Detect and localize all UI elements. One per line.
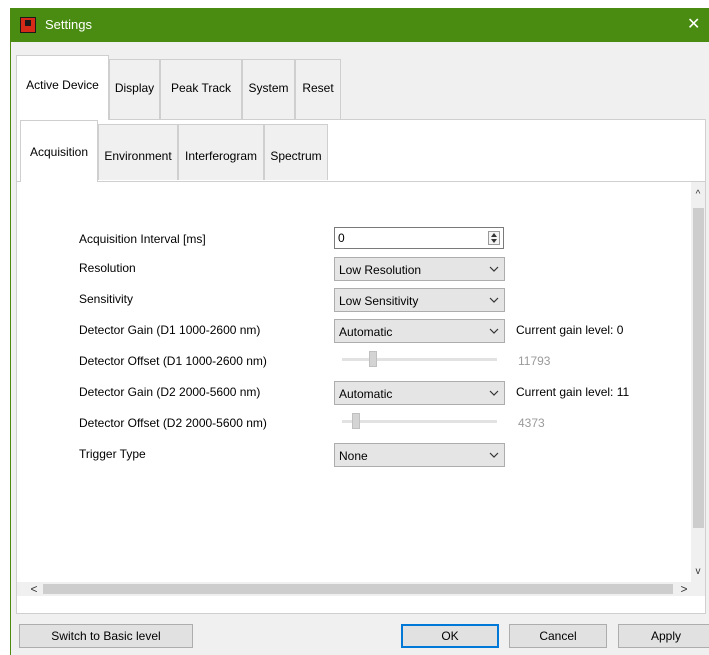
chevron-down-icon (489, 266, 499, 272)
title-bar[interactable]: Settings ✕ (11, 8, 709, 42)
scroll-left-icon[interactable]: < (27, 582, 41, 596)
slider-track (342, 358, 497, 361)
detector-gain-d1-label: Detector Gain (D1 1000-2600 nm) (79, 323, 261, 337)
current-gain-d1-text: Current gain level: 0 (516, 323, 624, 337)
scroll-up-icon[interactable]: ^ (691, 188, 705, 202)
apply-button[interactable]: Apply (618, 624, 709, 648)
acquisition-interval-value: 0 (338, 231, 345, 245)
horizontal-scroll-thumb[interactable] (43, 584, 673, 594)
slider-thumb[interactable] (369, 351, 377, 367)
cancel-button[interactable]: Cancel (509, 624, 607, 648)
detector-gain-d1-value: Automatic (339, 325, 393, 339)
sensitivity-value: Low Sensitivity (339, 294, 419, 308)
chevron-down-icon (489, 390, 499, 396)
slider-track (342, 420, 497, 423)
detector-offset-d1-label: Detector Offset (D1 1000-2600 nm) (79, 354, 267, 368)
acquisition-interval-input[interactable]: 0 (334, 227, 504, 249)
tab-peak-track[interactable]: Peak Track (160, 59, 242, 119)
tab-display[interactable]: Display (109, 59, 160, 119)
vertical-scroll-thumb[interactable] (693, 208, 704, 528)
tab-reset[interactable]: Reset (295, 59, 341, 119)
scroll-down-icon[interactable]: v (691, 565, 705, 579)
detector-gain-d2-select[interactable]: Automatic (334, 381, 505, 405)
tab-spectrum[interactable]: Spectrum (264, 124, 328, 180)
scroll-right-icon[interactable]: > (677, 582, 691, 596)
settings-window: Settings ✕ Active Device Display Peak Tr… (10, 8, 709, 655)
detector-gain-d1-select[interactable]: Automatic (334, 319, 505, 343)
ok-button[interactable]: OK (401, 624, 499, 648)
close-icon[interactable]: ✕ (687, 8, 709, 42)
app-icon (20, 17, 36, 33)
detector-gain-d2-value: Automatic (339, 387, 393, 401)
detector-gain-d2-label: Detector Gain (D2 2000-5600 nm) (79, 385, 261, 399)
horizontal-scrollbar[interactable]: < > (17, 582, 705, 596)
tab-acquisition[interactable]: Acquisition (20, 120, 98, 182)
chevron-down-icon (489, 328, 499, 334)
vertical-scrollbar[interactable]: ^ v (691, 182, 705, 582)
tab-interferogram[interactable]: Interferogram (178, 124, 264, 180)
detector-offset-d2-label: Detector Offset (D2 2000-5600 nm) (79, 416, 267, 430)
window-title: Settings (45, 17, 92, 32)
tab-system[interactable]: System (242, 59, 295, 119)
detector-offset-d2-slider[interactable] (342, 413, 497, 431)
acquisition-interval-label: Acquisition Interval [ms] (79, 232, 206, 246)
trigger-type-label: Trigger Type (79, 447, 146, 461)
acquisition-panel: Acquisition Interval [ms] 0 Resolution L… (17, 181, 705, 613)
detector-offset-d1-slider[interactable] (342, 351, 497, 369)
chevron-down-icon (489, 297, 499, 303)
tab-environment[interactable]: Environment (98, 124, 178, 180)
current-gain-d2-text: Current gain level: 11 (516, 385, 630, 399)
resolution-label: Resolution (79, 261, 136, 275)
sensitivity-label: Sensitivity (79, 292, 134, 306)
tab-active-device[interactable]: Active Device (16, 55, 109, 120)
switch-basic-level-button[interactable]: Switch to Basic level (19, 624, 193, 648)
resolution-value: Low Resolution (339, 263, 422, 277)
slider-thumb[interactable] (352, 413, 360, 429)
sensitivity-select[interactable]: Low Sensitivity (334, 288, 505, 312)
detector-offset-d1-value: 11793 (518, 354, 551, 368)
chevron-down-icon (489, 452, 499, 458)
detector-offset-d2-value: 4373 (518, 416, 545, 430)
active-device-panel: Acquisition Environment Interferogram Sp… (16, 119, 706, 614)
resolution-select[interactable]: Low Resolution (334, 257, 505, 281)
trigger-type-value: None (339, 449, 368, 463)
spinner-icon[interactable] (488, 231, 500, 245)
trigger-type-select[interactable]: None (334, 443, 505, 467)
